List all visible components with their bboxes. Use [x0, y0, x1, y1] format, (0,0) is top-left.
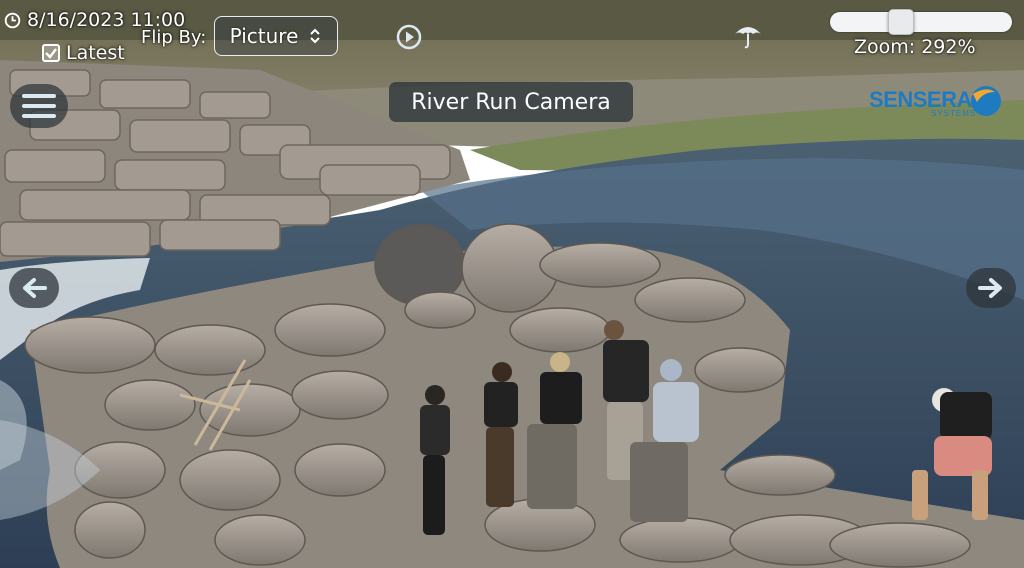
flip-by-label: Flip By: [141, 27, 207, 48]
chevron-up-down-icon [310, 28, 321, 44]
clock-icon [4, 12, 21, 28]
previous-image-button[interactable] [9, 268, 59, 308]
play-circle-icon[interactable] [396, 24, 422, 50]
sensera-logo: SENSERA SYSTEMS [869, 82, 1004, 120]
flip-by-value: Picture [229, 24, 299, 48]
zoom-slider-handle[interactable] [888, 9, 914, 35]
umbrella-icon[interactable] [733, 22, 763, 50]
next-image-button[interactable] [966, 268, 1016, 308]
menu-button[interactable] [10, 84, 68, 128]
hamburger-menu-icon [22, 94, 56, 98]
flip-by-select[interactable]: Picture [214, 16, 338, 56]
checkbox-checked-icon[interactable] [42, 44, 60, 62]
logo-circle-icon [971, 86, 1001, 116]
arrow-left-icon [23, 278, 47, 298]
zoom-slider[interactable] [830, 9, 1012, 35]
latest-label: Latest [66, 42, 125, 64]
camera-title: River Run Camera [389, 82, 633, 122]
zoom-label: Zoom: 292% [854, 36, 976, 58]
latest-checkbox[interactable]: Latest [42, 42, 125, 64]
arrow-right-icon [978, 278, 1002, 298]
